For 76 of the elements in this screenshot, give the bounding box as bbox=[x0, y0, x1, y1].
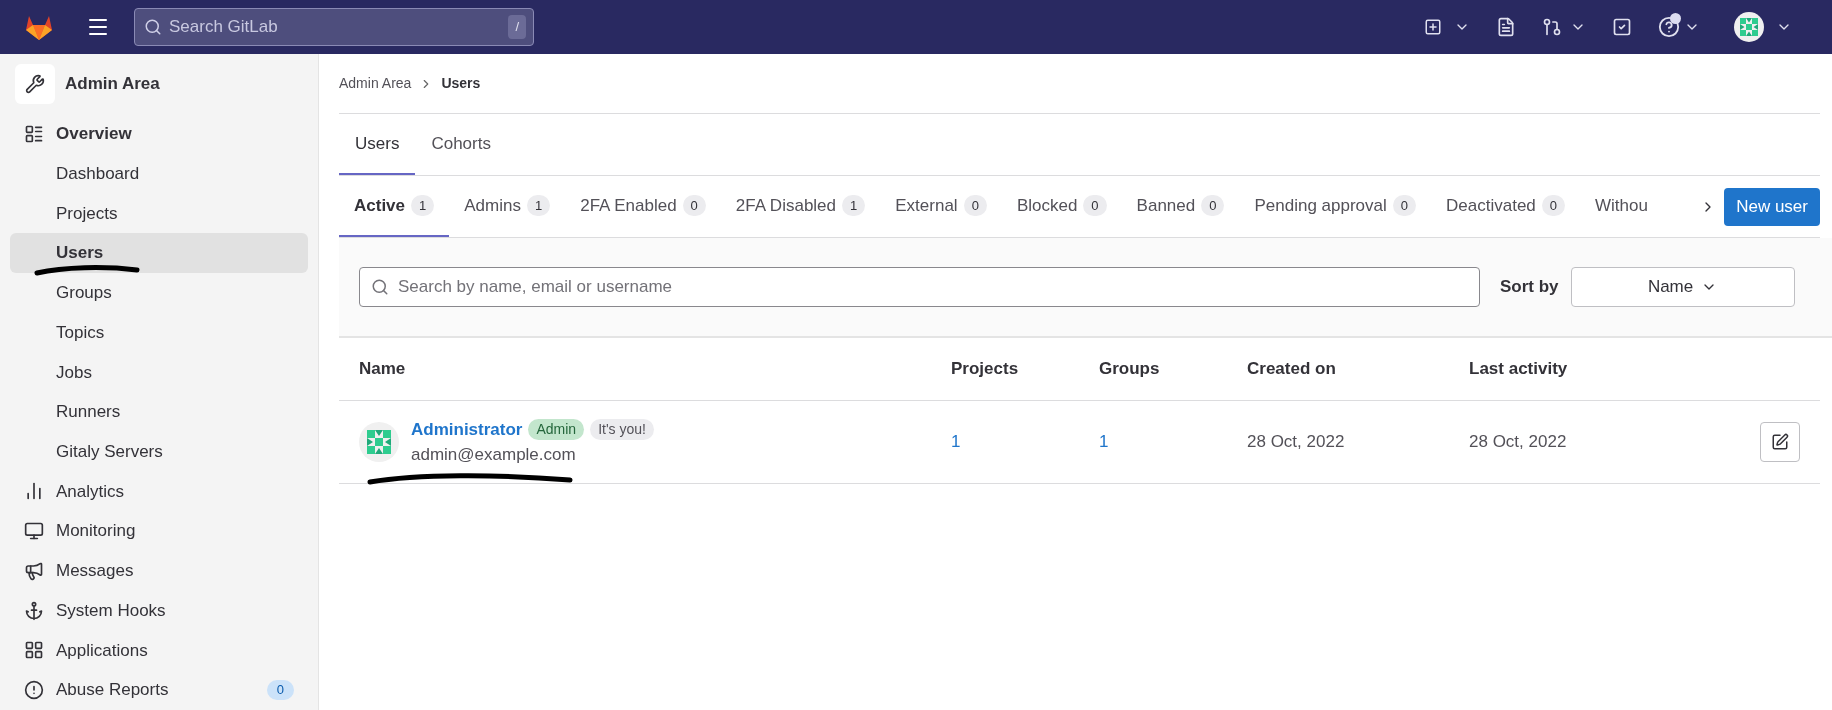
filter-tab[interactable]: 2FA Disabled 1 bbox=[720, 176, 881, 237]
count-badge: 0 bbox=[682, 194, 706, 217]
issues-icon[interactable] bbox=[1496, 17, 1516, 37]
search-icon bbox=[371, 278, 389, 296]
user-email: admin@example.com bbox=[411, 444, 577, 466]
column-header: Projects bbox=[951, 358, 1020, 381]
merge-request-icon bbox=[1542, 17, 1562, 37]
sort-label: Sort by bbox=[1500, 276, 1559, 299]
user-badge: It's you! bbox=[590, 418, 654, 440]
table-cell-text: 28 Oct, 2022 bbox=[1469, 431, 1568, 454]
column-header: Last activity bbox=[1469, 358, 1569, 381]
breadcrumb-link[interactable]: Admin Area bbox=[339, 73, 412, 94]
alert-icon bbox=[24, 680, 44, 701]
list-icon bbox=[24, 123, 44, 144]
wrench-icon bbox=[15, 64, 55, 104]
sidebar-item[interactable]: Jobs bbox=[10, 352, 308, 393]
search-icon bbox=[144, 18, 162, 36]
sidebar-item[interactable]: Overview bbox=[10, 114, 308, 154]
avatar-icon bbox=[359, 422, 399, 462]
sidebar-item[interactable]: Monitoring bbox=[10, 511, 308, 552]
count-badge: 1 bbox=[842, 194, 866, 217]
sidebar-item[interactable]: System Hooks bbox=[10, 590, 308, 631]
filter-tab[interactable]: Blocked 0 bbox=[1001, 176, 1122, 237]
column-header: Created on bbox=[1247, 358, 1337, 381]
filter-tab[interactable]: Withou bbox=[1580, 176, 1663, 237]
breadcrumb-link[interactable]: Users bbox=[441, 73, 481, 94]
help-icon bbox=[1658, 16, 1680, 38]
column-header: Groups bbox=[1099, 358, 1161, 381]
count-badge: 1 bbox=[411, 194, 435, 217]
sidebar-item[interactable]: Messages bbox=[10, 551, 308, 591]
count-badge: 0 bbox=[266, 680, 294, 700]
table-cell[interactable]: 1 bbox=[1099, 429, 1247, 455]
column-header: Name bbox=[359, 358, 407, 381]
sidebar-item[interactable]: Projects bbox=[10, 193, 308, 234]
sort-dropdown[interactable]: Name bbox=[1570, 267, 1795, 307]
pencil-icon bbox=[1771, 433, 1789, 451]
plus-square-icon bbox=[1424, 18, 1442, 36]
count-badge: 0 bbox=[1541, 194, 1566, 217]
user-search-field[interactable]: Search by name, email or username bbox=[359, 267, 1480, 307]
new-user-button[interactable]: New user bbox=[1724, 187, 1820, 226]
user-name-link[interactable]: Administrator bbox=[411, 416, 523, 442]
table-cell[interactable]: 1 bbox=[951, 429, 1099, 455]
megaphone-icon bbox=[24, 560, 44, 581]
avatar-icon bbox=[1734, 12, 1764, 42]
sidebar-item[interactable]: Topics bbox=[10, 312, 308, 353]
table-cell-text: 28 Oct, 2022 bbox=[1247, 431, 1346, 454]
filter-tab[interactable]: External 0 bbox=[880, 176, 1002, 237]
tab[interactable]: Cohorts bbox=[415, 114, 507, 175]
sidebar-item[interactable]: Analytics bbox=[10, 471, 308, 512]
todo-icon[interactable] bbox=[1612, 17, 1632, 37]
user-badge: Admin bbox=[528, 418, 585, 440]
grid-icon bbox=[24, 640, 44, 661]
filter-tab[interactable]: Admins 1 bbox=[449, 176, 566, 237]
filter-tab[interactable]: Banned 0 bbox=[1121, 176, 1240, 237]
bar-chart-icon bbox=[24, 481, 44, 502]
count-badge: 0 bbox=[1392, 194, 1416, 217]
shortcut-key: / bbox=[508, 15, 526, 39]
anchor-icon bbox=[24, 600, 44, 621]
count-badge: 1 bbox=[526, 194, 551, 217]
sidebar-item[interactable]: Users bbox=[10, 233, 308, 273]
count-badge: 0 bbox=[1201, 194, 1225, 217]
count-badge: 0 bbox=[1083, 194, 1107, 217]
sidebar-item[interactable]: Applications bbox=[10, 630, 308, 671]
filter-tab[interactable]: Pending approval 0 bbox=[1239, 176, 1431, 237]
sidebar-item[interactable]: Runners bbox=[10, 392, 308, 432]
edit-button[interactable] bbox=[1760, 422, 1800, 462]
filter-tab[interactable]: 2FA Enabled 0 bbox=[565, 176, 721, 237]
sidebar-item[interactable]: Dashboard bbox=[10, 153, 308, 194]
tab[interactable]: Users bbox=[339, 114, 416, 175]
monitor-icon bbox=[24, 521, 44, 542]
sidebar-title: Admin Area bbox=[65, 73, 160, 96]
count-badge: 0 bbox=[963, 194, 987, 217]
sidebar-item[interactable]: Gitaly Servers bbox=[10, 431, 308, 472]
sidebar-item[interactable]: Abuse Reports 0 bbox=[10, 670, 308, 710]
filter-tab[interactable]: Deactivated 0 bbox=[1431, 176, 1581, 237]
sidebar-item[interactable]: Groups bbox=[10, 272, 308, 313]
